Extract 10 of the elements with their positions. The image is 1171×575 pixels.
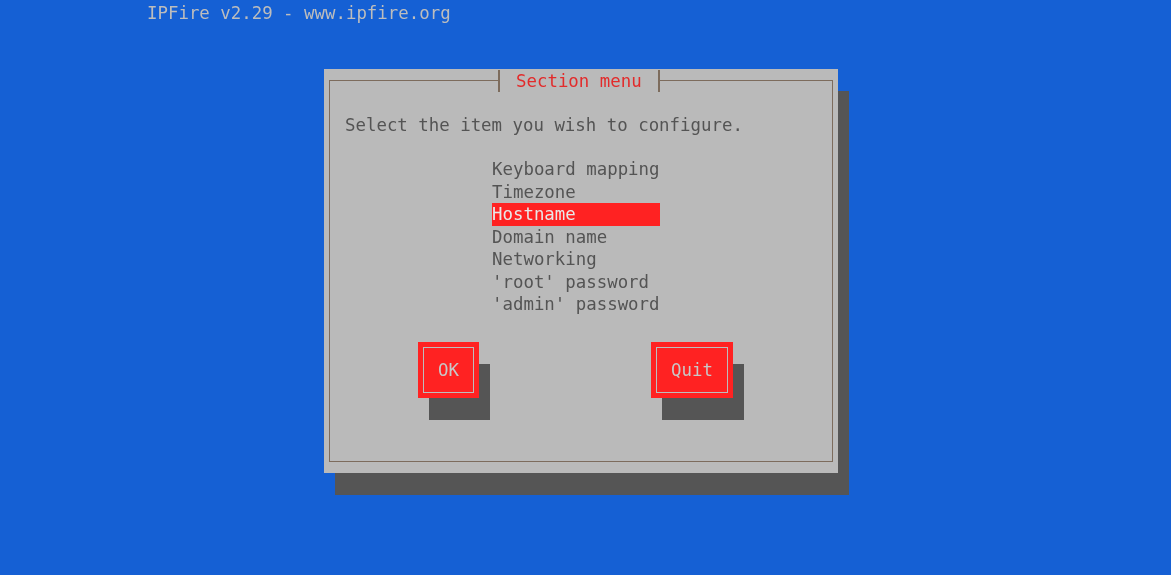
header-title: IPFire v2.29 - www.ipfire.org: [147, 2, 451, 25]
menu-item[interactable]: Keyboard mapping: [492, 158, 660, 181]
menu-item[interactable]: Timezone: [492, 180, 660, 203]
menu-item[interactable]: 'root' password: [492, 270, 660, 293]
menu-item[interactable]: Hostname: [492, 203, 660, 226]
prompt-text: Select the item you wish to configure.: [345, 113, 743, 136]
menu-item[interactable]: Domain name: [492, 225, 660, 248]
dialog-title: Section menu: [498, 69, 660, 92]
menu-item[interactable]: 'admin' password: [492, 293, 660, 316]
menu-item[interactable]: Networking: [492, 248, 660, 271]
